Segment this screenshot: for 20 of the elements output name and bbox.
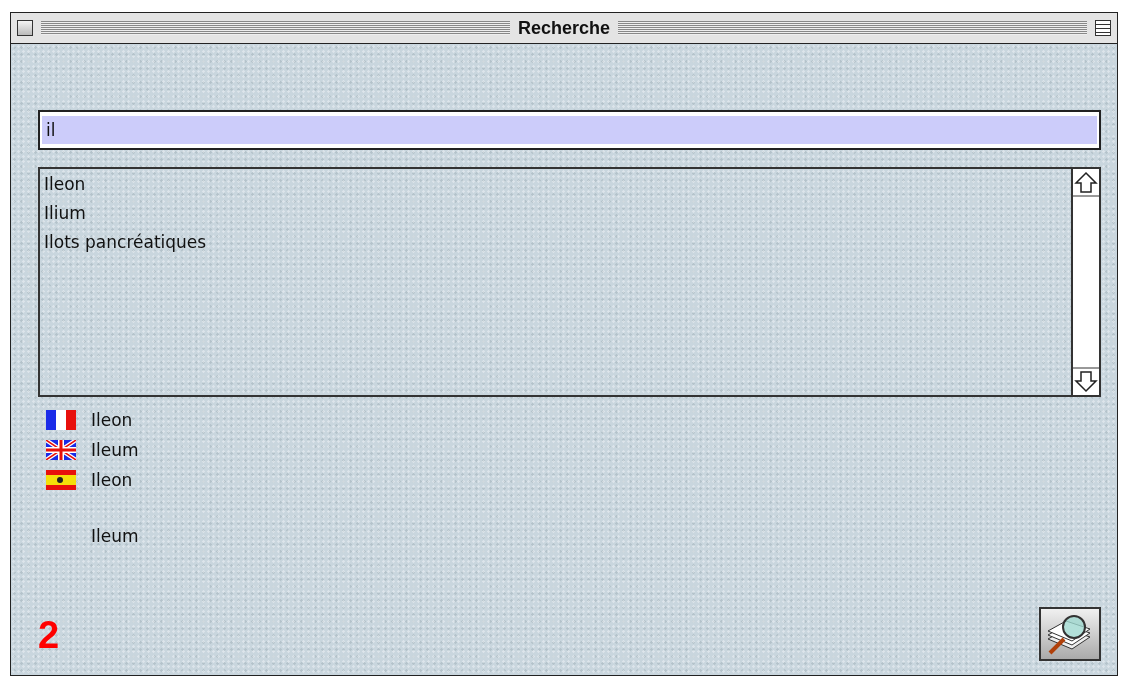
- flag-icon: [46, 440, 76, 460]
- scroll-up-icon[interactable]: [1073, 169, 1099, 197]
- collapse-box[interactable]: [1095, 20, 1111, 36]
- window-title: Recherche: [517, 17, 611, 39]
- result-item[interactable]: Ilium: [44, 199, 86, 228]
- flag-icon: [46, 470, 76, 490]
- translation-text: Ileon: [91, 470, 133, 490]
- translation-text: Ileon: [91, 410, 133, 430]
- search-button[interactable]: [1039, 607, 1101, 661]
- translation-text: Ileum: [91, 526, 139, 546]
- scroll-down-icon[interactable]: [1073, 367, 1099, 395]
- search-field[interactable]: il: [38, 110, 1101, 150]
- result-item[interactable]: Ilots pancréatiques: [44, 228, 207, 257]
- translation-text: Ileum: [91, 440, 139, 460]
- flag-icon: [46, 410, 76, 430]
- close-box[interactable]: [17, 20, 33, 36]
- result-count: 2: [38, 614, 60, 657]
- result-item[interactable]: Ileon: [44, 170, 86, 199]
- search-text: il: [42, 116, 1097, 144]
- scrollbar[interactable]: [1071, 169, 1099, 395]
